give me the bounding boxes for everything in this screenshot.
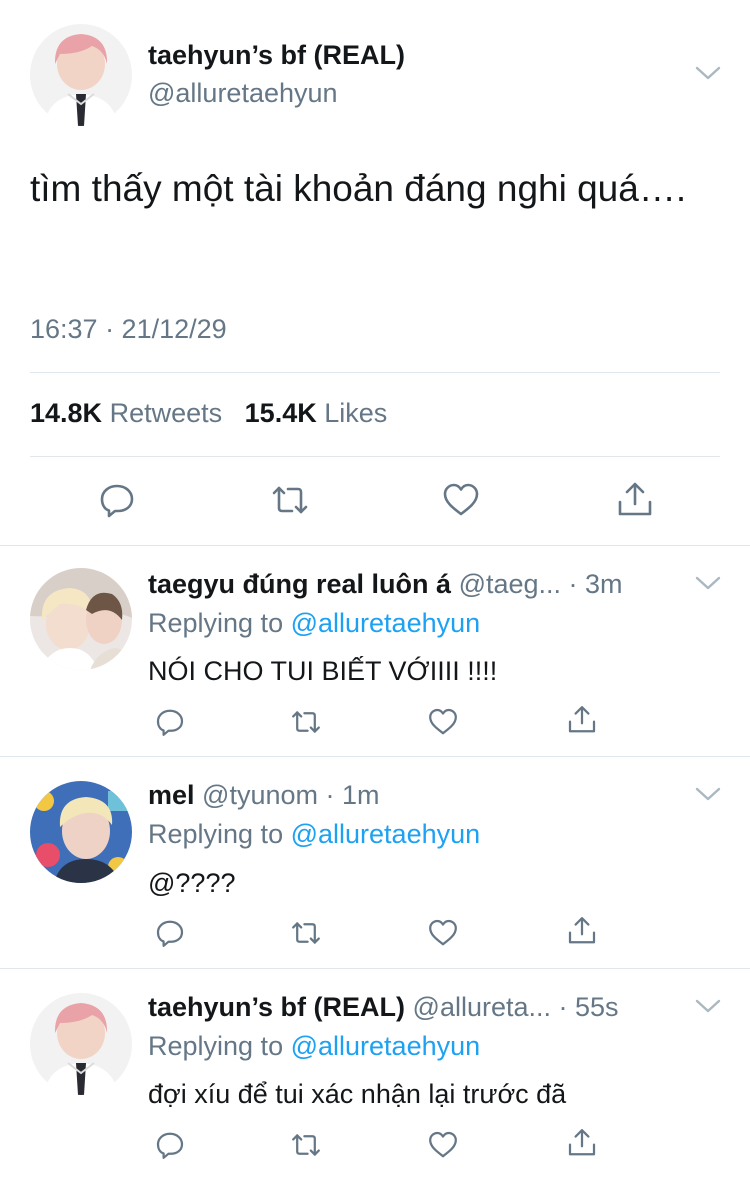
heart-icon[interactable] — [427, 1129, 459, 1161]
replying-to-link[interactable]: @alluretaehyun — [291, 608, 481, 638]
share-icon[interactable] — [566, 704, 598, 736]
user-handle[interactable]: @allureta... — [413, 992, 551, 1022]
share-icon[interactable] — [615, 480, 655, 520]
reply-icon[interactable] — [154, 917, 186, 949]
retweets-label[interactable]: Retweets — [110, 398, 223, 428]
avatar[interactable] — [30, 568, 132, 670]
replying-to: Replying to @alluretaehyun — [148, 608, 480, 639]
reply-text: @???? — [148, 868, 236, 898]
heart-icon[interactable] — [441, 480, 481, 520]
replying-prefix: Replying to — [148, 608, 284, 638]
display-name[interactable]: taehyun’s bf (REAL) — [148, 40, 405, 71]
reply-header: taegyu đúng real luôn á @taeg... · 3m — [148, 569, 678, 600]
user-handle[interactable]: @tyunom — [202, 780, 318, 810]
likes-label[interactable]: Likes — [324, 398, 387, 428]
reply-time[interactable]: · 1m — [326, 780, 380, 810]
divider — [30, 372, 720, 373]
replying-prefix: Replying to — [148, 819, 284, 849]
retweet-icon[interactable] — [290, 1129, 322, 1161]
reply-time[interactable]: · 3m — [569, 569, 623, 599]
user-handle[interactable]: @taeg... — [459, 569, 561, 599]
reply-tweet[interactable]: mel @tyunom · 1m Replying to @alluretaeh… — [0, 757, 750, 968]
display-name[interactable]: taehyun’s bf (REAL) — [148, 992, 405, 1022]
retweet-icon[interactable] — [290, 706, 322, 738]
reply-text: đợi xíu để tui xác nhận lại trước đã — [148, 1079, 567, 1109]
replying-prefix: Replying to — [148, 1031, 284, 1061]
avatar[interactable] — [30, 781, 132, 883]
replying-to: Replying to @alluretaehyun — [148, 1031, 480, 1062]
share-icon[interactable] — [566, 1127, 598, 1159]
retweet-icon[interactable] — [290, 917, 322, 949]
tweet-text: tìm thấy một tài khoản đáng nghi quá…. — [30, 168, 687, 209]
heart-icon[interactable] — [427, 917, 459, 949]
likes-count[interactable]: 15.4K — [245, 398, 317, 428]
retweets-count[interactable]: 14.8K — [30, 398, 102, 428]
replying-to-link[interactable]: @alluretaehyun — [291, 819, 481, 849]
reply-time[interactable]: · 55s — [559, 992, 619, 1022]
reply-header: mel @tyunom · 1m — [148, 780, 678, 811]
user-handle[interactable]: @alluretaehyun — [148, 78, 338, 109]
heart-icon[interactable] — [427, 706, 459, 738]
reply-header: taehyun’s bf (REAL) @allureta... · 55s — [148, 992, 678, 1023]
avatar[interactable] — [30, 24, 132, 126]
avatar[interactable] — [30, 993, 132, 1095]
tweet-timestamp[interactable]: 16:37 · 21/12/29 — [30, 314, 227, 345]
replying-to-link[interactable]: @alluretaehyun — [291, 1031, 481, 1061]
reply-tweet[interactable]: taegyu đúng real luôn á @taeg... · 3m Re… — [0, 546, 750, 756]
chevron-down-icon[interactable] — [694, 62, 722, 84]
main-tweet: taehyun’s bf (REAL) @alluretaehyun tìm t… — [0, 0, 750, 545]
reply-icon[interactable] — [154, 1129, 186, 1161]
display-name[interactable]: taegyu đúng real luôn á — [148, 569, 451, 599]
chevron-down-icon[interactable] — [694, 995, 722, 1017]
retweet-icon[interactable] — [270, 480, 310, 520]
engagement-stats: 14.8K Retweets 15.4K Likes — [30, 398, 387, 429]
reply-text: NÓI CHO TUI BIẾT VỚIIII !!!! — [148, 656, 498, 686]
chevron-down-icon[interactable] — [694, 783, 722, 805]
divider — [30, 456, 720, 457]
reply-icon[interactable] — [97, 480, 137, 520]
replying-to: Replying to @alluretaehyun — [148, 819, 480, 850]
reply-tweet[interactable]: taehyun’s bf (REAL) @allureta... · 55s R… — [0, 969, 750, 1181]
reply-icon[interactable] — [154, 706, 186, 738]
display-name[interactable]: mel — [148, 780, 195, 810]
chevron-down-icon[interactable] — [694, 572, 722, 594]
share-icon[interactable] — [566, 915, 598, 947]
